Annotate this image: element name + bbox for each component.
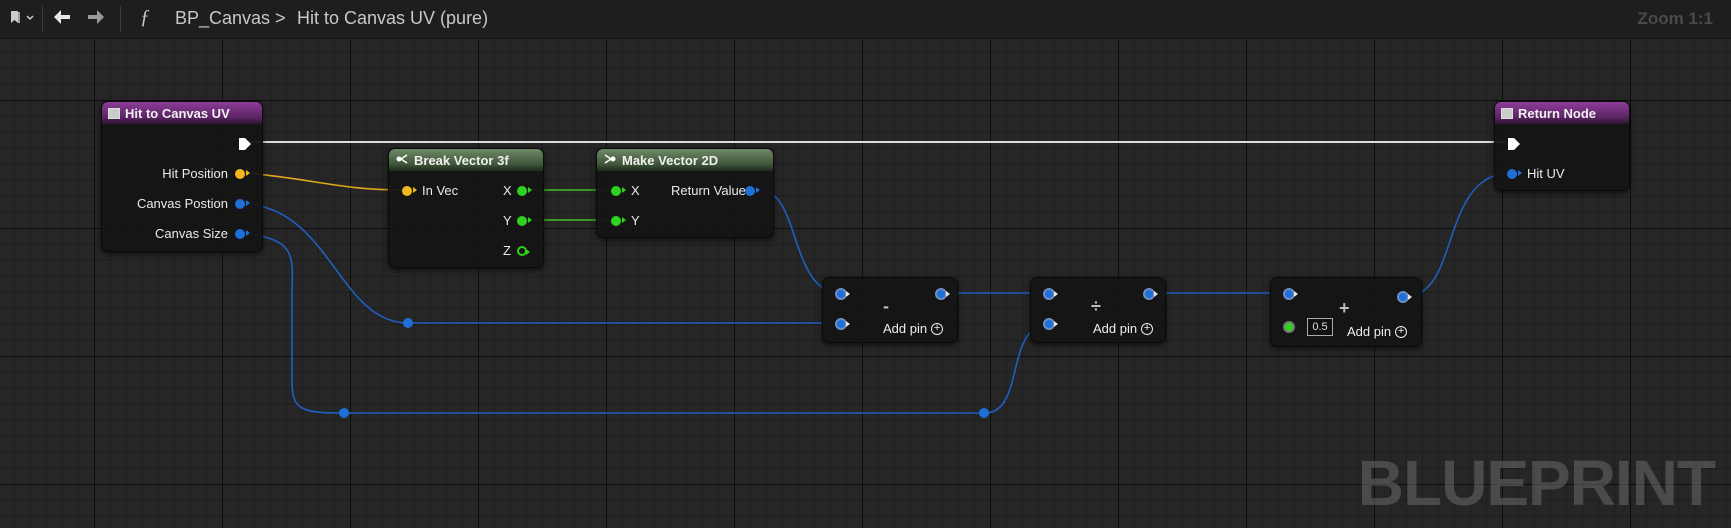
add-pin-button[interactable]: Add pin + <box>883 321 944 336</box>
subtract-node[interactable]: - Add pin + <box>822 277 958 343</box>
b-in-pin[interactable] <box>1043 318 1058 330</box>
divide-operator: ÷ <box>1091 296 1101 316</box>
canvas-size-pin[interactable] <box>235 229 250 239</box>
pin-label: Canvas Postion <box>136 196 228 211</box>
z-out-pin[interactable] <box>517 246 530 256</box>
a-in-pin[interactable] <box>1283 288 1298 300</box>
pin-label: Y <box>503 213 512 228</box>
b-in-pin[interactable] <box>835 318 850 330</box>
add-pin-label: Add pin <box>1093 321 1138 336</box>
a-in-pin[interactable] <box>835 288 850 300</box>
break-struct-icon <box>395 153 409 168</box>
y-out-pin[interactable] <box>517 216 532 226</box>
pin-label: Hit Position <box>162 166 228 181</box>
result-out-pin[interactable] <box>1143 288 1158 300</box>
function-entry-node[interactable]: Hit to Canvas UV Hit Position Canvas Pos… <box>101 101 263 252</box>
break-vector-node[interactable]: Break Vector 3f In Vec X Y Z <box>388 148 544 268</box>
make-struct-icon <box>603 153 617 168</box>
add-pin-label: Add pin <box>1347 324 1392 339</box>
node-title: Break Vector 3f <box>414 152 509 168</box>
b-value-input[interactable]: 0.5 <box>1307 318 1333 336</box>
function-node-icon <box>1501 107 1513 119</box>
reroute-node[interactable] <box>339 408 349 418</box>
hit-uv-pin[interactable] <box>1507 169 1522 179</box>
node-header: Hit to Canvas UV <box>102 102 262 124</box>
pin-label: Z <box>503 243 511 258</box>
function-node-icon <box>108 107 120 119</box>
a-in-pin[interactable] <box>1043 288 1058 300</box>
pin-label: Y <box>631 213 640 228</box>
node-title: Return Node <box>1518 105 1596 121</box>
add-node[interactable]: 0.5 + Add pin + <box>1270 277 1422 347</box>
pin-label: X <box>503 183 512 198</box>
blueprint-graph-canvas[interactable]: ƒ BP_Canvas > Hit to Canvas UV (pure) Zo… <box>0 0 1731 528</box>
add-pin-button[interactable]: Add pin + <box>1347 324 1408 339</box>
reroute-node[interactable] <box>979 408 989 418</box>
node-header: Make Vector 2D <box>597 149 773 171</box>
canvas-position-pin[interactable] <box>235 199 250 209</box>
add-to-return-wire <box>1406 172 1512 297</box>
add-operator: + <box>1339 298 1350 318</box>
x-in-pin[interactable] <box>611 186 626 196</box>
subtract-operator: - <box>883 296 889 316</box>
pin-label: X <box>631 183 640 198</box>
result-out-pin[interactable] <box>1397 291 1412 303</box>
make-vector-node[interactable]: Make Vector 2D X Y Return Value <box>596 148 774 238</box>
pin-label: Canvas Size <box>155 226 228 241</box>
pin-label: Return Value <box>671 183 746 198</box>
x-out-pin[interactable] <box>517 186 532 196</box>
b-in-pin[interactable] <box>1283 321 1295 333</box>
result-out-pin[interactable] <box>935 288 950 300</box>
y-in-pin[interactable] <box>611 216 626 226</box>
return-value-pin[interactable] <box>745 186 760 196</box>
divide-node[interactable]: ÷ Add pin + <box>1030 277 1166 343</box>
node-header: Return Node <box>1495 102 1629 124</box>
pin-label: In Vec <box>422 183 459 198</box>
pin-label: Hit UV <box>1527 166 1565 181</box>
hit-position-wire <box>246 172 406 191</box>
in-vec-pin[interactable] <box>402 186 417 196</box>
node-title: Make Vector 2D <box>622 152 719 168</box>
reroute-node[interactable] <box>403 318 413 328</box>
node-title: Hit to Canvas UV <box>125 105 230 121</box>
add-circle-icon: + <box>931 322 944 335</box>
add-pin-label: Add pin <box>883 321 928 336</box>
function-return-node[interactable]: Return Node Hit UV <box>1494 101 1630 191</box>
add-circle-icon: + <box>1141 322 1154 335</box>
add-pin-button[interactable]: Add pin + <box>1093 321 1154 336</box>
blueprint-watermark: BLUEPRINT <box>1357 447 1716 519</box>
node-header: Break Vector 3f <box>389 149 543 171</box>
add-circle-icon: + <box>1395 325 1408 338</box>
hit-position-pin[interactable] <box>235 169 250 179</box>
